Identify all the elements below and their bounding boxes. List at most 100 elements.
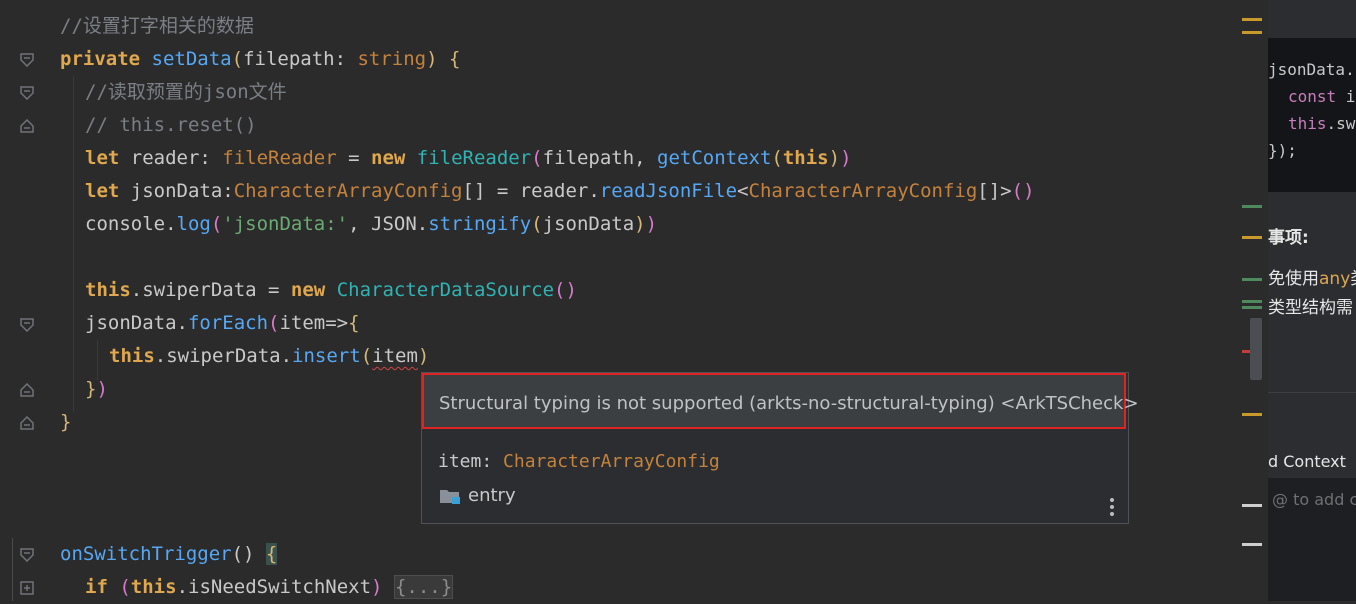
type: CharacterArrayConfig xyxy=(233,180,463,202)
keyword-this: this xyxy=(109,345,155,367)
generic-open: < xyxy=(737,180,749,202)
error-stripe[interactable] xyxy=(1236,0,1268,601)
fold-marker-icon[interactable] xyxy=(19,53,35,67)
code-comment: //读取预置的json文件 xyxy=(85,81,287,103)
context-input[interactable]: @ to add c xyxy=(1268,478,1356,601)
change-mark[interactable] xyxy=(1242,306,1262,309)
var-name: item: xyxy=(438,451,504,472)
assistant-side-panel: jsonData. const i this.sw }); 事项: 免使用any… xyxy=(1268,0,1356,601)
folded-block[interactable]: {...} xyxy=(393,575,454,599)
snippet-keyword: const xyxy=(1288,87,1337,106)
class-name: CharacterDataSource xyxy=(336,279,555,301)
notes-text: 类型结构需 xyxy=(1268,298,1353,318)
editor-gutter xyxy=(0,0,44,601)
warning-mark[interactable] xyxy=(1242,18,1262,21)
paren: ( xyxy=(531,213,543,235)
function-name: forEach xyxy=(187,312,269,334)
fold-marker-icon[interactable] xyxy=(19,86,35,100)
type-info: item: CharacterArrayConfig xyxy=(438,451,720,472)
paren: ) xyxy=(96,378,108,400)
type: string xyxy=(357,48,427,70)
notes-section: 事项: 免使用any类 类型结构需 xyxy=(1268,192,1356,392)
paren: ) xyxy=(417,345,430,367)
fold-end-icon[interactable] xyxy=(19,119,35,133)
snippet-line: const i xyxy=(1288,87,1355,106)
error-squiggle-item[interactable]: item xyxy=(372,345,418,367)
operator: = reader. xyxy=(485,180,600,202)
code-line-foreach: jsonData.forEach(item=>{ xyxy=(85,307,360,340)
info-mark[interactable] xyxy=(1242,543,1262,546)
var-type: CharacterArrayConfig xyxy=(503,451,720,472)
code-text: , JSON. xyxy=(348,213,429,235)
generic-close: []> xyxy=(977,180,1012,202)
code-line-console: console.log('jsonData:', JSON.stringify(… xyxy=(85,208,657,241)
warning-mark[interactable] xyxy=(1242,413,1262,416)
more-vertical-icon[interactable] xyxy=(1110,498,1114,518)
change-marker xyxy=(12,538,13,601)
code-line-reader: let reader: fileReader = new fileReader(… xyxy=(85,142,852,175)
error-message-box: Structural typing is not supported (arkt… xyxy=(422,373,1139,429)
snippet-line: jsonData. xyxy=(1268,60,1355,79)
snippet-text: .sw xyxy=(1326,114,1356,133)
change-mark[interactable] xyxy=(1242,300,1262,303)
param: filepath xyxy=(243,48,335,70)
paren: ( xyxy=(360,345,373,367)
paren: () xyxy=(554,279,577,301)
code-line-setdata: private setData(filepath: string) { xyxy=(60,43,460,76)
fold-end-icon[interactable] xyxy=(19,416,35,430)
code-line-swiperdata: this.swiperData = new CharacterDataSourc… xyxy=(85,274,577,307)
code-comment: // this.reset() xyxy=(85,114,257,136)
paren: ( xyxy=(268,312,280,334)
argument: filepath, xyxy=(542,147,658,169)
function-name: getContext xyxy=(657,147,772,169)
fold-end-icon[interactable] xyxy=(19,383,35,397)
notes-text-part: 免使用 xyxy=(1268,269,1319,289)
paren: ( xyxy=(119,576,131,598)
snippet-keyword: this xyxy=(1288,114,1327,133)
notes-code-any: any xyxy=(1319,269,1351,289)
fold-expand-icon[interactable] xyxy=(19,581,35,595)
fold-marker-icon[interactable] xyxy=(19,318,35,332)
property: .swiperData = xyxy=(130,279,291,301)
fold-marker-icon[interactable] xyxy=(19,548,35,562)
editor-scrollbar-thumb[interactable] xyxy=(1250,318,1262,380)
keyword-let: let xyxy=(85,147,120,169)
variable: reader: xyxy=(119,147,223,169)
module-folder-icon xyxy=(440,490,460,504)
type: CharacterArrayConfig xyxy=(748,180,978,202)
keyword-this: this xyxy=(85,279,131,301)
code-line-insert: this.swiperData.insert(item) xyxy=(109,340,429,373)
keyword-new: new xyxy=(371,147,406,169)
change-mark[interactable] xyxy=(1242,278,1262,281)
context-header xyxy=(1268,392,1356,439)
paren: ) xyxy=(634,213,646,235)
paren: () xyxy=(1011,180,1035,202)
warning-mark[interactable] xyxy=(1242,31,1262,34)
brace: { xyxy=(449,48,461,70)
code-line-close-foreach: }) xyxy=(85,373,108,406)
code-line-close-method: } xyxy=(60,406,71,439)
code-comment: //设置打字相关的数据 xyxy=(60,15,254,37)
object: jsonData. xyxy=(85,312,188,334)
property: .isNeedSwitchNext xyxy=(176,576,372,598)
change-mark[interactable] xyxy=(1242,205,1262,208)
keyword-new: new xyxy=(290,279,326,301)
function-name: setData xyxy=(151,48,232,70)
warning-mark[interactable] xyxy=(1242,236,1262,239)
info-mark[interactable] xyxy=(1242,504,1262,507)
argument: item=> xyxy=(279,312,349,334)
paren: ( xyxy=(231,48,244,70)
notes-text-part: 类 xyxy=(1350,269,1356,289)
variable: jsonData: xyxy=(119,180,234,202)
paren: ( xyxy=(771,147,783,169)
function-name: onSwitchTrigger xyxy=(60,543,232,565)
notes-text: 免使用any类 xyxy=(1268,264,1356,289)
code-line-if: if (this.isNeedSwitchNext) {...} xyxy=(85,571,454,604)
function-name: readJsonFile xyxy=(599,180,738,202)
class-name: fileReader xyxy=(416,147,532,169)
snippet-line: this.sw xyxy=(1288,114,1355,133)
